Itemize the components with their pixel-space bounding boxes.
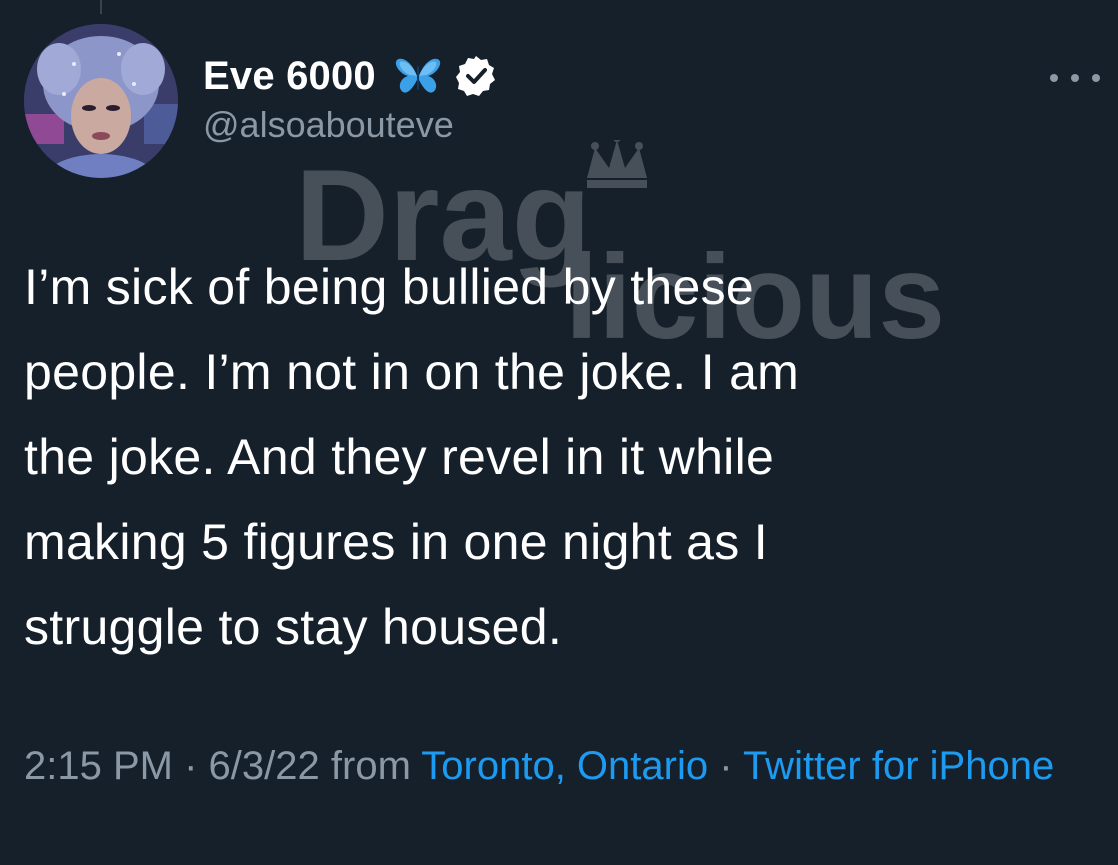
butterfly-icon (394, 56, 442, 96)
avatar-image (24, 24, 178, 178)
client-link[interactable]: Twitter for iPhone (743, 744, 1054, 788)
tweet-text: I’m sick of being bullied by these peopl… (24, 259, 800, 655)
more-dot (1071, 74, 1079, 82)
tweet-metadata: 2:15 PM · 6/3/22 from Toronto, Ontario ·… (24, 735, 1084, 797)
thread-connector-line (100, 0, 102, 14)
user-handle[interactable]: @alsoabouteve (203, 104, 498, 146)
meta-separator: · (184, 744, 198, 788)
more-options-icon[interactable] (1050, 66, 1100, 90)
verified-badge-icon (454, 54, 498, 98)
tweet-time[interactable]: 2:15 PM (24, 744, 173, 788)
display-name[interactable]: Eve 6000 (203, 54, 376, 99)
avatar[interactable] (24, 24, 178, 178)
more-dot (1092, 74, 1100, 82)
from-label: from (330, 744, 411, 788)
name-row: Eve 6000 (203, 50, 498, 102)
tweet-header: Eve 6000 @alsoabouteve (203, 50, 498, 146)
tweet-date[interactable]: 6/3/22 (209, 744, 320, 788)
meta-separator: · (719, 744, 733, 788)
more-dot (1050, 74, 1058, 82)
location-link[interactable]: Toronto, Ontario (421, 744, 708, 788)
